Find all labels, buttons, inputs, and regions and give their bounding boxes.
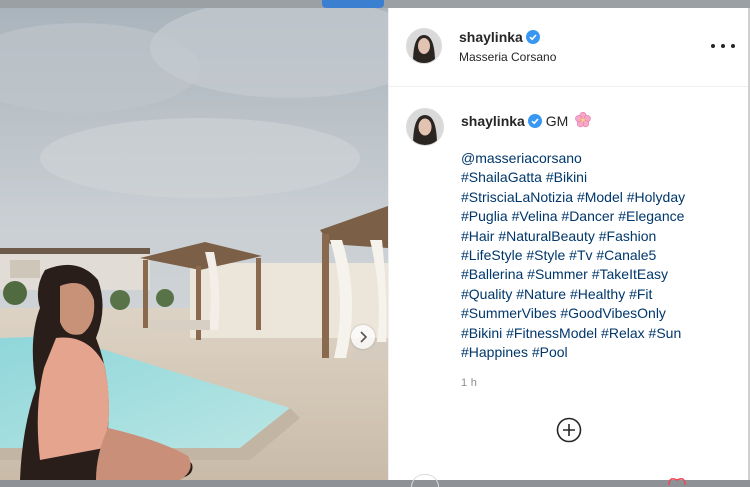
more-options-icon xyxy=(731,44,735,48)
more-options-icon xyxy=(721,44,725,48)
load-more-comments-button[interactable] xyxy=(556,417,582,443)
profile-photo xyxy=(407,29,441,63)
hashtag-line[interactable]: #Quality #Nature #Healthy #Fit xyxy=(461,285,741,304)
hashtag-line[interactable]: #StrisciaLaNotizia #Model #Holyday xyxy=(461,188,741,207)
header-location[interactable]: Masseria Corsano xyxy=(459,50,556,64)
header-username-row: shaylinka xyxy=(459,29,540,45)
post-photo[interactable] xyxy=(0,8,388,480)
avatar[interactable] xyxy=(406,108,444,146)
pool-scene-image xyxy=(0,8,388,480)
verified-badge-icon xyxy=(525,30,540,44)
caption-username[interactable]: shaylinka xyxy=(461,113,525,129)
browser-top-strip xyxy=(0,0,750,8)
hashtag-line[interactable]: #Happines #Pool xyxy=(461,343,741,362)
hashtag-line[interactable]: @masseriacorsano xyxy=(461,149,741,168)
chevron-right-icon xyxy=(360,331,368,343)
next-photo-button[interactable] xyxy=(351,325,375,349)
post-side-panel: shaylinka Masseria Corsano shaylinka GM xyxy=(388,8,750,487)
hashtag-line[interactable]: #LifeStyle #Style #Tv #Canale5 xyxy=(461,246,741,265)
cherry-blossom-emoji-icon xyxy=(575,111,591,128)
heart-icon[interactable] xyxy=(667,475,687,485)
browser-button[interactable] xyxy=(322,0,384,8)
more-options-icon xyxy=(711,44,715,48)
hashtag-line[interactable]: #ShailaGatta #Bikini xyxy=(461,168,741,187)
header-username[interactable]: shaylinka xyxy=(459,29,523,45)
more-options-button[interactable] xyxy=(711,37,735,55)
add-circle-icon xyxy=(556,417,582,443)
verified-badge-icon xyxy=(527,114,542,128)
caption-text: GM xyxy=(545,113,569,129)
post-timestamp[interactable]: 1 h xyxy=(461,377,477,389)
hashtag-line[interactable]: #Ballerina #Summer #TakeItEasy xyxy=(461,265,741,284)
hashtag-line[interactable]: #Bikini #FitnessModel #Relax #Sun xyxy=(461,324,741,343)
profile-photo xyxy=(407,109,443,145)
avatar xyxy=(411,474,439,487)
caption-line: shaylinka GM xyxy=(461,111,592,129)
hashtag-line[interactable]: #SummerVibes #GoodVibesOnly xyxy=(461,304,741,323)
hashtag-line[interactable]: #Puglia #Velina #Dancer #Elegance xyxy=(461,207,741,226)
hashtag-line[interactable]: #Hair #NaturalBeauty #Fashion xyxy=(461,227,741,246)
post-header: shaylinka Masseria Corsano xyxy=(389,8,750,87)
hashtags-block: @masseriacorsano #ShailaGatta #Bikini #S… xyxy=(461,149,741,362)
avatar[interactable] xyxy=(406,28,442,64)
